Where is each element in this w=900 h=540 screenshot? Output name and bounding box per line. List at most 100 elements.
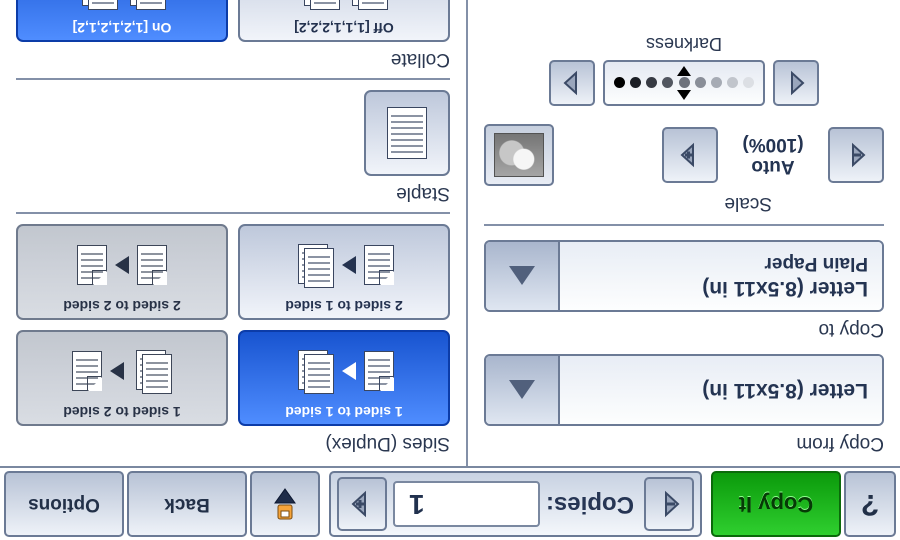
options-label: Options [28, 493, 100, 515]
darkness-dot [743, 78, 754, 89]
copies-value: 1 [409, 488, 425, 520]
page-stack-icon [348, 0, 388, 10]
scale-value-line2: (100%) [728, 133, 818, 155]
darkness-dot [662, 78, 673, 89]
copy-from-section: Copy from Letter (8.5x11 in) [484, 354, 884, 454]
scale-increment-button[interactable] [662, 127, 718, 183]
page-stack-icon [126, 0, 166, 10]
arrow-right-icon [342, 256, 356, 274]
staple-title: Staple [16, 182, 450, 204]
page-stack-icon [294, 348, 334, 394]
arrow-left-minus-icon [652, 487, 686, 521]
staple-option[interactable] [364, 90, 450, 176]
sides-section: Sides (Duplex) 1 sided to 1 sided [16, 224, 450, 454]
copy-from-value: Letter (8.5x11 in) [560, 356, 882, 424]
sides-option-label: 1 sided to 1 sided [240, 404, 448, 420]
sides-option-label: 1 sided to 2 sided [18, 404, 226, 420]
darkness-dot [630, 78, 641, 89]
collate-title: Collate [16, 48, 450, 70]
collate-option-label: Off [1,1,1,2,2,2] [240, 20, 448, 36]
options-button[interactable]: Options [4, 471, 124, 537]
scale-row: Auto (100%) [484, 124, 884, 186]
sides-option-1to2[interactable]: 1 sided to 2 sided [16, 330, 228, 426]
copy-from-expand-button[interactable] [486, 356, 560, 424]
left-pane: Copy from Letter (8.5x11 in) Copy to Let… [468, 0, 900, 466]
help-button[interactable]: ? [844, 471, 896, 537]
page-icon [364, 351, 394, 391]
darkness-dot [614, 78, 625, 89]
copies-decrement-button[interactable] [644, 477, 694, 531]
arrow-right-icon [557, 68, 587, 98]
copy-from-field[interactable]: Letter (8.5x11 in) [484, 354, 884, 426]
sides-option-2to2[interactable]: 2 sided to 2 sided [16, 224, 228, 320]
scale-decrement-button[interactable] [828, 127, 884, 183]
triangle-up-icon [509, 381, 535, 400]
copies-group: Copies: 1 [329, 471, 702, 537]
page-stack-icon [132, 348, 172, 394]
page-icon [137, 245, 167, 285]
sides-title: Sides (Duplex) [16, 432, 450, 454]
collate-option-label: On [1,2,1,2,1,2] [18, 20, 226, 36]
back-button[interactable]: Back [127, 471, 247, 537]
arrow-left-icon [781, 68, 811, 98]
page-icon [72, 351, 102, 391]
back-label: Back [164, 493, 209, 515]
sides-option-1to1[interactable]: 1 sided to 1 sided [238, 330, 450, 426]
copy-to-value: Letter (8.5x11 in) Plain Paper [560, 242, 882, 310]
page-stack-icon [300, 0, 340, 10]
staple-section: Staple [16, 90, 450, 204]
darkness-dot [679, 78, 690, 89]
darkness-dot [727, 78, 738, 89]
sides-option-2to1[interactable]: 2 sided to 1 sided [238, 224, 450, 320]
copy-to-line1: Letter (8.5x11 in) [574, 275, 868, 301]
page-icon [364, 245, 394, 285]
triangle-up-icon [509, 267, 535, 286]
content-preview-icon [494, 133, 544, 177]
scale-value: Auto (100%) [728, 133, 818, 177]
arrow-right-icon [115, 256, 129, 274]
page-icon [77, 245, 107, 285]
copy-from-line1: Letter (8.5x11 in) [574, 377, 868, 403]
divider [16, 78, 450, 80]
content-preview-button[interactable] [484, 124, 554, 186]
scale-value-line1: Auto [728, 155, 818, 177]
help-icon: ? [861, 487, 879, 521]
scale-title: Scale [484, 192, 772, 214]
darkness-title: Darkness [549, 33, 819, 54]
arrow-right-icon [110, 362, 124, 380]
divider [484, 224, 884, 226]
darkness-dot [646, 78, 657, 89]
sides-option-label: 2 sided to 1 sided [240, 298, 448, 314]
copy-to-title: Copy to [484, 318, 884, 340]
copy-to-field[interactable]: Letter (8.5x11 in) Plain Paper [484, 240, 884, 312]
darkness-section: Darkness [549, 33, 819, 106]
divider [16, 212, 450, 214]
sides-option-label: 2 sided to 2 sided [18, 298, 226, 314]
save-shortcut-button[interactable] [250, 471, 320, 537]
page-stack-icon [78, 0, 118, 10]
darkness-slider[interactable] [603, 60, 765, 106]
copy-to-line2: Plain Paper [574, 251, 868, 275]
copy-to-expand-button[interactable] [486, 242, 560, 310]
copy-from-title: Copy from [484, 432, 884, 454]
arrow-right-plus-icon [345, 487, 379, 521]
collate-section: Collate Off [1,1,1,2,2,2] [16, 0, 450, 70]
darkness-darker-button[interactable] [549, 60, 595, 106]
copy-it-label: Copy It [739, 491, 814, 517]
collate-option-off[interactable]: Off [1,1,1,2,2,2] [238, 0, 450, 42]
copy-to-section: Copy to Letter (8.5x11 in) Plain Paper [484, 240, 884, 340]
collate-option-on[interactable]: On [1,2,1,2,1,2] [16, 0, 228, 42]
darkness-dot [695, 78, 706, 89]
arrow-left-minus-icon [841, 140, 871, 170]
save-down-arrow-icon [268, 487, 302, 521]
darkness-dot [711, 78, 722, 89]
copies-label: Copies: [546, 490, 634, 518]
copy-it-button[interactable]: Copy It [711, 471, 841, 537]
darkness-lighter-button[interactable] [773, 60, 819, 106]
copies-increment-button[interactable] [337, 477, 387, 531]
page-icon [387, 107, 427, 159]
arrow-right-icon [342, 362, 356, 380]
copies-field[interactable]: 1 [393, 481, 540, 527]
right-pane: Sides (Duplex) 1 sided to 1 sided [0, 0, 468, 466]
arrow-right-plus-icon [675, 140, 705, 170]
